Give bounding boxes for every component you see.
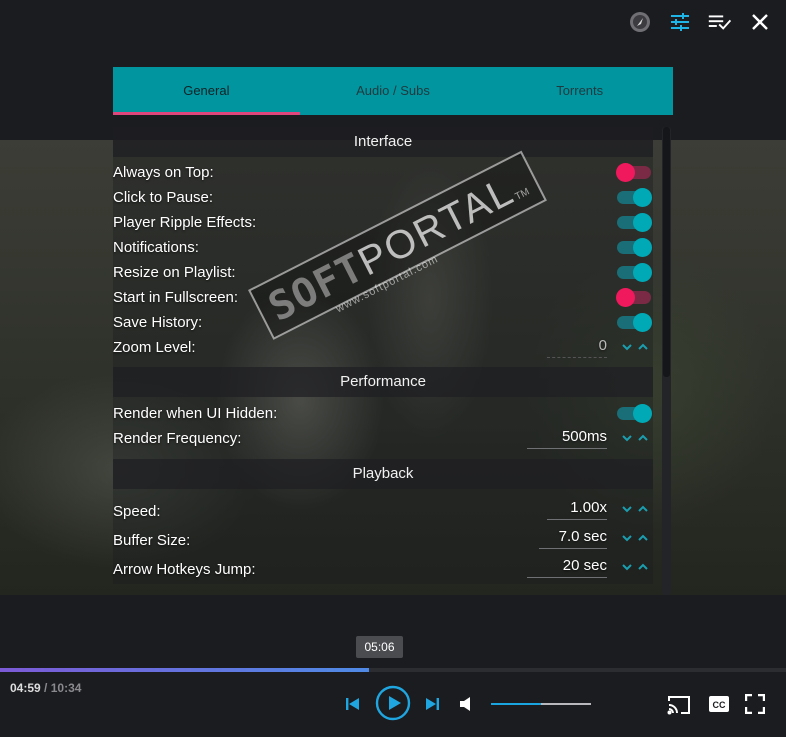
section-interface: Interface [113, 127, 653, 157]
notifications-toggle[interactable] [617, 238, 652, 257]
always-on-top-toggle[interactable] [616, 163, 651, 182]
setting-render-when-hidden: Render when UI Hidden: [113, 401, 653, 426]
speed-value[interactable]: 1.00x [547, 497, 607, 520]
section-performance: Performance [113, 367, 653, 397]
buffer-size-value[interactable]: 7.0 sec [538, 526, 607, 549]
settings-tabs: General Audio / Subs Torrents [113, 67, 673, 115]
svg-text:CC: CC [713, 700, 726, 710]
chevron-down-icon[interactable] [621, 561, 633, 573]
setting-render-frequency: Render Frequency: 500ms [113, 426, 653, 451]
settings-scrollbar[interactable] [662, 127, 671, 595]
chevron-up-icon[interactable] [637, 503, 649, 515]
setting-always-on-top: Always on Top: [113, 160, 653, 185]
setting-label: Buffer Size: [113, 532, 191, 549]
seek-bar-fill [0, 668, 370, 672]
chevron-down-icon[interactable] [621, 532, 633, 544]
playlist-check-icon[interactable] [708, 10, 732, 34]
setting-buffer-size: Buffer Size: 7.0 sec [113, 526, 653, 555]
setting-label: Speed: [113, 503, 161, 520]
setting-label: Arrow Hotkeys Jump: [113, 561, 256, 578]
setting-label: Click to Pause: [113, 189, 214, 206]
cast-icon[interactable] [666, 694, 692, 716]
scrollbar-thumb[interactable] [663, 127, 670, 377]
section-playback: Playback [113, 459, 653, 489]
setting-label: Zoom Level: [113, 339, 196, 356]
ripple-effects-toggle[interactable] [617, 213, 652, 232]
setting-label: Notifications: [113, 239, 199, 256]
total-time: 10:34 [50, 681, 82, 695]
save-history-toggle[interactable] [617, 313, 652, 332]
arrow-jump-value[interactable]: 20 sec [527, 555, 607, 578]
subtitles-icon[interactable]: CC [707, 694, 731, 714]
tab-torrents[interactable]: Torrents [486, 67, 673, 115]
settings-sliders-icon[interactable] [668, 10, 692, 34]
setting-label: Always on Top: [113, 164, 214, 181]
setting-label: Render Frequency: [113, 430, 242, 447]
play-icon [375, 685, 411, 721]
web-player-icon[interactable] [628, 10, 652, 34]
setting-zoom-level: Zoom Level: 0 [113, 335, 653, 360]
close-icon[interactable] [748, 10, 772, 34]
setting-click-to-pause: Click to Pause: [113, 185, 653, 210]
tab-general[interactable]: General [113, 67, 300, 115]
settings-panel: General Audio / Subs Torrents Interface … [113, 67, 673, 595]
chevron-up-icon[interactable] [637, 532, 649, 544]
seek-tooltip: 05:06 [356, 636, 403, 658]
chevron-up-icon[interactable] [637, 432, 649, 444]
start-fullscreen-toggle[interactable] [616, 288, 651, 307]
volume-fill [491, 703, 541, 705]
resize-on-playlist-toggle[interactable] [617, 263, 652, 282]
chevron-up-icon[interactable] [637, 561, 649, 573]
settings-list: Interface Always on Top: Click to Pause:… [113, 127, 653, 584]
seek-bar[interactable] [0, 668, 786, 672]
chevron-down-icon[interactable] [621, 341, 633, 353]
volume-slider[interactable] [491, 703, 591, 705]
play-button[interactable] [375, 685, 411, 721]
zoom-level-value[interactable]: 0 [547, 335, 607, 358]
setting-label: Save History: [113, 314, 203, 331]
time-display: 04:59 / 10:34 [10, 681, 81, 695]
volume-icon[interactable] [457, 694, 477, 714]
setting-speed: Speed: 1.00x [113, 497, 653, 526]
setting-label: Start in Fullscreen: [113, 289, 239, 306]
chevron-down-icon[interactable] [621, 432, 633, 444]
chevron-up-icon[interactable] [637, 341, 649, 353]
skip-previous-icon[interactable] [343, 694, 363, 714]
fullscreen-icon[interactable] [744, 693, 766, 715]
render-when-hidden-toggle[interactable] [617, 404, 652, 423]
time-separator: / [40, 681, 51, 695]
render-frequency-value[interactable]: 500ms [527, 426, 607, 449]
top-toolbar [628, 10, 772, 34]
setting-label: Resize on Playlist: [113, 264, 236, 281]
click-to-pause-toggle[interactable] [617, 188, 652, 207]
setting-label: Render when UI Hidden: [113, 405, 278, 422]
skip-next-icon[interactable] [422, 694, 442, 714]
tab-audio-subs[interactable]: Audio / Subs [300, 67, 487, 115]
setting-label: Player Ripple Effects: [113, 214, 257, 231]
chevron-down-icon[interactable] [621, 503, 633, 515]
setting-arrow-hotkeys-jump: Arrow Hotkeys Jump: 20 sec [113, 555, 653, 584]
setting-save-history: Save History: [113, 310, 653, 335]
current-time: 04:59 [10, 681, 41, 695]
